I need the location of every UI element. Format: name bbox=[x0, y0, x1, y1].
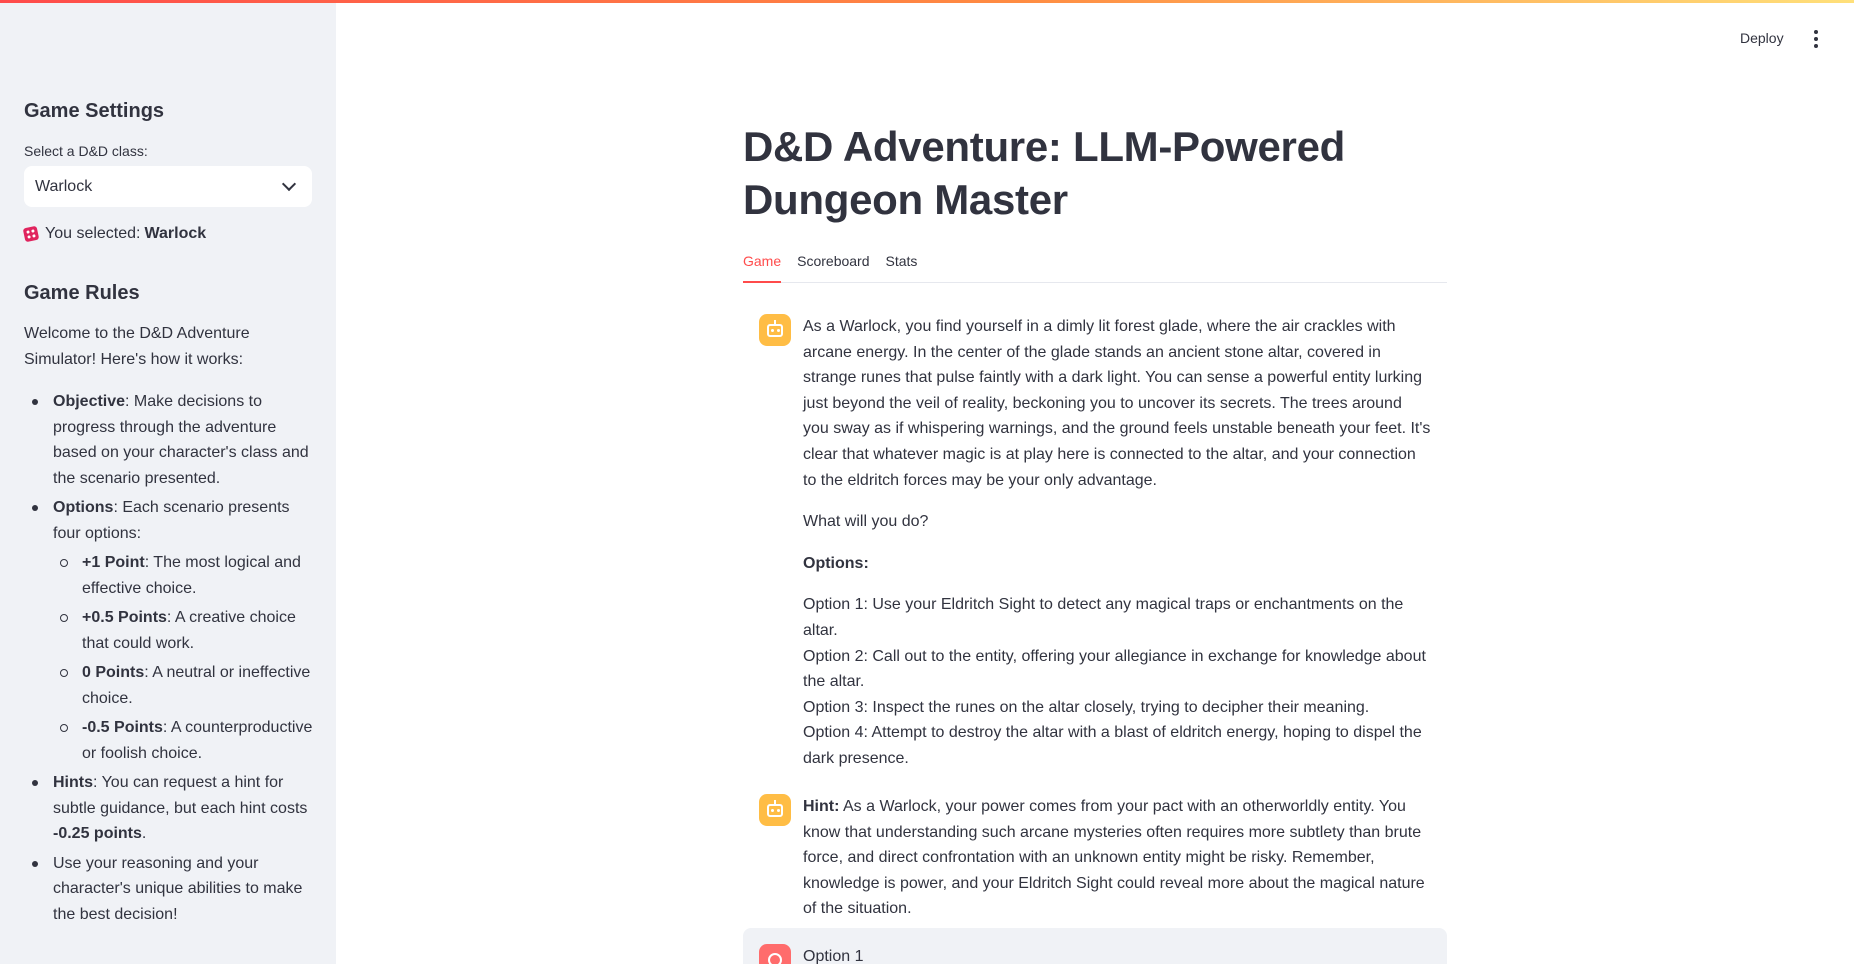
tab-scoreboard[interactable]: Scoreboard bbox=[797, 252, 869, 283]
assistant-avatar bbox=[759, 314, 791, 346]
deploy-button[interactable]: Deploy bbox=[1740, 30, 1784, 46]
option-item: Option 4: Attempt to destroy the altar w… bbox=[803, 724, 1422, 767]
points-plus-one: +1 Point: The most logical and effective… bbox=[53, 550, 314, 601]
option-item: Option 3: Inspect the runes on the altar… bbox=[803, 698, 1370, 716]
hint-content: Hint: As a Warlock, your power comes fro… bbox=[803, 794, 1431, 938]
rule-options: Options: Each scenario presents four opt… bbox=[24, 495, 314, 766]
selected-prefix: You selected: bbox=[45, 225, 141, 242]
page-title: D&D Adventure: LLM-Powered Dungeon Maste… bbox=[743, 123, 1346, 223]
kebab-menu-icon[interactable] bbox=[1812, 30, 1820, 48]
tab-bar: Game Scoreboard Stats bbox=[743, 252, 1447, 283]
rule-reasoning: Use your reasoning and your character's … bbox=[24, 851, 314, 928]
selected-class: Warlock bbox=[144, 225, 207, 242]
points-zero: 0 Points: A neutral or ineffective choic… bbox=[53, 660, 314, 711]
user-message-text: Option 1 bbox=[803, 948, 864, 964]
option-points-list: +1 Point: The most logical and effective… bbox=[53, 550, 314, 766]
option-item: Option 2: Call out to the entity, offeri… bbox=[803, 647, 1426, 691]
user-avatar bbox=[759, 944, 791, 964]
points-minus-half: -0.5 Points: A counterproductive or fool… bbox=[53, 715, 314, 766]
option-item: Option 1: Use your Eldritch Sight to det… bbox=[803, 596, 1404, 639]
assistant-avatar bbox=[759, 794, 791, 826]
chevron-down-icon bbox=[281, 176, 297, 192]
tab-stats[interactable]: Stats bbox=[886, 252, 918, 283]
selection-status: You selected: Warlock bbox=[22, 225, 207, 243]
chat-message-scenario: As a Warlock, you find yourself in a dim… bbox=[743, 314, 1447, 772]
dice-icon bbox=[22, 225, 40, 243]
game-settings-heading: Game Settings bbox=[24, 100, 165, 122]
game-rules-heading: Game Rules bbox=[24, 282, 140, 304]
tab-game[interactable]: Game bbox=[743, 252, 782, 283]
rules-intro: Welcome to the D&D Adventure Simulator! … bbox=[24, 325, 250, 368]
robot-icon bbox=[767, 319, 783, 337]
user-icon bbox=[768, 953, 782, 964]
hint-text: As a Warlock, your power comes from your… bbox=[803, 798, 1425, 918]
options-heading: Options: bbox=[803, 554, 869, 572]
rules-list: Objective: Make decisions to progress th… bbox=[24, 389, 314, 931]
sidebar: Game Settings Select a D&D class: Warloc… bbox=[0, 0, 336, 964]
class-select-value: Warlock bbox=[35, 177, 93, 195]
scenario-text: As a Warlock, you find yourself in a dim… bbox=[803, 318, 1431, 489]
rule-objective: Objective: Make decisions to progress th… bbox=[24, 389, 314, 491]
points-plus-half: +0.5 Points: A creative choice that coul… bbox=[53, 605, 314, 656]
scenario-prompt: What will you do? bbox=[803, 513, 929, 531]
top-decoration-stripe bbox=[0, 0, 1854, 3]
class-select-label: Select a D&D class: bbox=[24, 143, 148, 159]
chat-message-user: Option 1 bbox=[743, 928, 1447, 964]
chat-message-hint: Hint: As a Warlock, your power comes fro… bbox=[743, 794, 1447, 938]
options-list: Option 1: Use your Eldritch Sight to det… bbox=[803, 592, 1431, 771]
rule-hints: Hints: You can request a hint for subtle… bbox=[24, 770, 314, 847]
hint-label: Hint: bbox=[803, 798, 840, 815]
robot-icon bbox=[767, 799, 783, 817]
message-content: As a Warlock, you find yourself in a dim… bbox=[803, 314, 1431, 772]
class-select[interactable]: Warlock bbox=[24, 166, 312, 207]
